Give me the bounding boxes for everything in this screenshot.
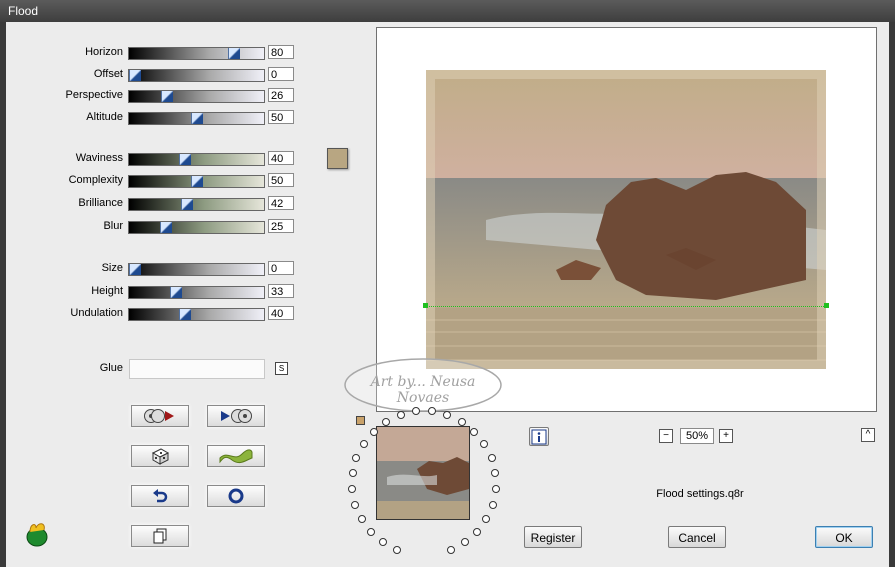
glue-dropdown[interactable] <box>129 359 265 379</box>
slider-thumb[interactable] <box>228 48 240 59</box>
zoom-level: 50% <box>680 428 714 444</box>
window-title: Flood <box>8 4 39 18</box>
slider-thumb[interactable] <box>181 199 193 210</box>
collapse-button[interactable]: ^ <box>861 428 875 442</box>
ring-dot <box>446 545 455 554</box>
ring-dot <box>382 417 391 426</box>
slider-thumb[interactable] <box>179 154 191 165</box>
register-button[interactable]: Register <box>524 526 582 548</box>
thumbnail-image <box>377 427 469 519</box>
title-bar: Flood <box>0 0 895 22</box>
wave-preview-button[interactable] <box>207 445 265 467</box>
param-label: Undulation <box>70 307 123 319</box>
slider-thumb[interactable] <box>179 309 191 320</box>
horizon-handle-right[interactable] <box>824 303 829 308</box>
zoom-out-button[interactable]: − <box>659 429 673 443</box>
param-slider[interactable] <box>128 198 265 211</box>
ring-dot <box>396 410 405 419</box>
preview-image <box>426 70 826 369</box>
ring-dot <box>369 427 378 436</box>
slider-thumb[interactable] <box>191 113 203 124</box>
param-label: Perspective <box>65 89 123 101</box>
param-value-field[interactable]: 50 <box>268 173 294 187</box>
ring-dot <box>488 500 497 509</box>
param-value-field[interactable]: 40 <box>268 306 294 320</box>
disc-arrow-left-icon <box>144 409 174 423</box>
wave-icon <box>219 449 253 464</box>
param-slider[interactable] <box>128 69 265 82</box>
horizon-handle-left[interactable] <box>423 303 428 308</box>
settings-filename: Flood settings.q8r <box>656 488 744 500</box>
slider-thumb[interactable] <box>170 287 182 298</box>
param-slider[interactable] <box>128 175 265 188</box>
flood-color-swatch[interactable] <box>327 148 348 169</box>
param-label: Blur <box>103 220 123 232</box>
param-value-field[interactable]: 42 <box>268 196 294 210</box>
param-label: Complexity <box>68 174 123 186</box>
param-label: Size <box>101 262 123 274</box>
param-label: Horizon <box>85 46 123 58</box>
reset-ring-icon <box>228 488 244 504</box>
param-value-field[interactable]: 0 <box>268 67 294 81</box>
param-slider[interactable] <box>128 263 265 276</box>
slider-thumb[interactable] <box>191 176 203 187</box>
ring-dot <box>491 485 500 494</box>
param-slider[interactable] <box>128 286 265 299</box>
param-slider[interactable] <box>128 153 265 166</box>
ok-button[interactable]: OK <box>815 526 873 548</box>
param-label: Waviness <box>75 152 123 164</box>
param-value-field[interactable]: 25 <box>268 219 294 233</box>
param-label: Offset <box>93 68 123 80</box>
param-label: Altitude <box>86 111 123 123</box>
ring-dot <box>470 427 479 436</box>
param-slider[interactable] <box>128 90 265 103</box>
ring-dot <box>457 417 466 426</box>
info-button[interactable] <box>529 427 549 446</box>
slider-thumb[interactable] <box>160 222 172 233</box>
save-preset-button[interactable] <box>207 405 265 427</box>
param-value-field[interactable]: 50 <box>268 110 294 124</box>
ring-dot <box>487 454 496 463</box>
load-preset-button[interactable] <box>131 405 189 427</box>
param-slider[interactable] <box>128 308 265 321</box>
arrow-disc-right-icon <box>221 409 252 423</box>
zoom-in-button[interactable]: + <box>719 429 733 443</box>
param-value-field[interactable]: 40 <box>268 151 294 165</box>
glue-label: Glue <box>99 362 123 374</box>
param-value-field[interactable]: 26 <box>268 88 294 102</box>
ring-dot <box>359 439 368 448</box>
glue-random-button[interactable]: S <box>275 362 288 375</box>
thumbnail-marker[interactable] <box>356 416 365 425</box>
slider-thumb[interactable] <box>129 264 141 275</box>
thumbnail-navigator[interactable] <box>376 426 470 520</box>
info-icon <box>531 429 547 445</box>
slider-thumb[interactable] <box>129 70 141 81</box>
reset-button[interactable] <box>207 485 265 507</box>
param-value-field[interactable]: 33 <box>268 284 294 298</box>
param-label: Height <box>91 285 123 297</box>
watermark-text: Art by... Neusa Novaes <box>370 374 476 406</box>
param-label: Brilliance <box>78 197 123 209</box>
plugin-logo-icon <box>26 523 48 547</box>
copy-pages-icon <box>153 528 167 544</box>
ring-dot <box>472 528 481 537</box>
param-value-field[interactable]: 0 <box>268 261 294 275</box>
undo-icon <box>153 489 168 503</box>
horizon-guide-line[interactable] <box>426 306 826 307</box>
cancel-button[interactable]: Cancel <box>668 526 726 548</box>
param-slider[interactable] <box>128 47 265 60</box>
seascape-image <box>426 70 826 369</box>
undo-button[interactable] <box>131 485 189 507</box>
dice-icon <box>151 448 170 465</box>
param-slider[interactable] <box>128 112 265 125</box>
param-value-field[interactable]: 80 <box>268 45 294 59</box>
preview-area[interactable] <box>376 27 877 412</box>
slider-thumb[interactable] <box>161 91 173 102</box>
param-slider[interactable] <box>128 221 265 234</box>
copy-button[interactable] <box>131 525 189 547</box>
randomize-button[interactable] <box>131 445 189 467</box>
